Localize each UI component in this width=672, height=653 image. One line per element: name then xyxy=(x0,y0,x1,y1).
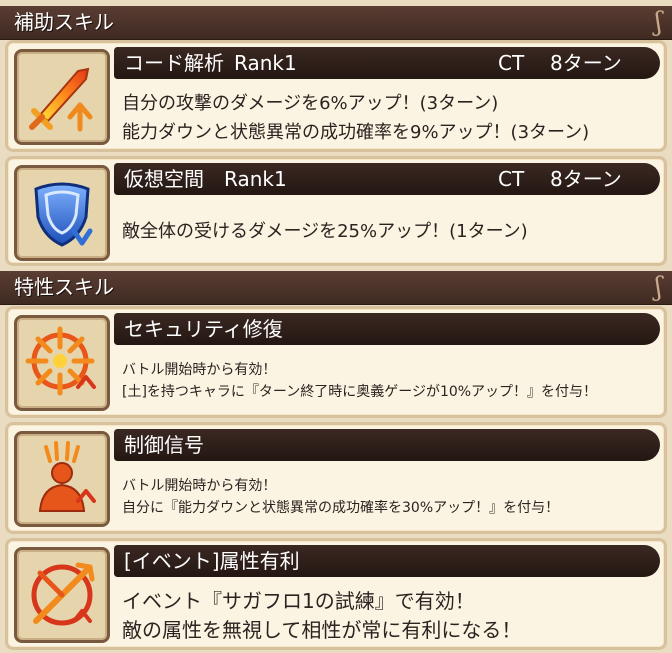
skill-icon-frame xyxy=(14,547,110,643)
trait-card-security-repair[interactable]: セキュリティ修復 バトル開始時から有効！ [土]を持つキャラに『ターン終了時に奥… xyxy=(5,306,667,418)
skill-rank: Rank1 xyxy=(234,51,297,75)
skill-name: 仮想空間 xyxy=(124,167,204,191)
skill-icon-frame xyxy=(14,431,110,527)
trait-description: バトル開始時から有効！ [土]を持つキャラに『ターン終了時に奥義ゲージが10%ア… xyxy=(122,359,658,403)
skill-card-virtual-space[interactable]: 仮想空間 Rank1 CT 8ターン 敵全体の受けるダメージを25%アップ！(1… xyxy=(5,156,667,266)
trait-card-control-signal[interactable]: 制御信号 バトル開始時から有効！ 自分に『能力ダウンと状態異常の成功確率を30%… xyxy=(5,422,667,534)
skill-name-bar: 仮想空間 Rank1 CT 8ターン xyxy=(114,163,660,195)
skill-ct-value: 8ターン xyxy=(550,167,622,191)
description-line: 敵の属性を無視して相性が常に有利になる！ xyxy=(122,618,522,642)
skill-description: 自分の攻撃のダメージを6%アップ！(3ターン) 能力ダウンと状態異常の成功確率を… xyxy=(122,89,658,147)
description-line: バトル開始時から有効！ xyxy=(122,362,277,378)
description-line: 自分の攻撃のダメージを6%アップ！(3ターン) xyxy=(122,93,499,114)
skill-name-bar: コード解析 Rank1 CT 8ターン xyxy=(114,47,660,79)
burst-sigil-icon xyxy=(25,326,96,396)
trait-name-bar: 制御信号 xyxy=(114,429,660,461)
skill-rank: Rank1 xyxy=(224,167,287,191)
support-skills-header: 補助スキル ʃ xyxy=(0,6,672,40)
skill-icon-frame xyxy=(14,315,110,411)
flaming-sword-icon xyxy=(29,67,93,132)
trait-name: 制御信号 xyxy=(124,433,204,457)
header-ornament-icon: ʃ xyxy=(654,7,662,37)
description-line: [土]を持つキャラに『ターン終了時に奥義ゲージが10%アップ！』を付与！ xyxy=(122,384,598,400)
crossed-element-icon xyxy=(31,562,95,626)
aura-figure-icon xyxy=(38,441,96,512)
skill-icon-frame xyxy=(14,165,110,261)
description-line: 敵全体の受けるダメージを25%アップ！(1ターン) xyxy=(122,221,528,242)
trait-name: [イベント]属性有利 xyxy=(124,549,300,573)
trait-description: バトル開始時から有効！ 自分に『能力ダウンと状態異常の成功確率を30%アップ！』… xyxy=(122,475,658,519)
trait-skills-header: 特性スキル ʃ xyxy=(0,271,672,305)
header-ornament-icon: ʃ xyxy=(654,272,662,302)
skill-name: コード解析 xyxy=(124,51,224,75)
section-title: 特性スキル xyxy=(14,275,114,299)
trait-name-bar: [イベント]属性有利 xyxy=(114,545,660,577)
trait-name: セキュリティ修復 xyxy=(124,317,283,341)
description-line: バトル開始時から有効！ xyxy=(122,478,277,494)
skill-description: 敵全体の受けるダメージを25%アップ！(1ターン) xyxy=(122,217,658,246)
trait-name-bar: セキュリティ修復 xyxy=(114,313,660,345)
description-line: イベント『サガフロ1の試練』で有効！ xyxy=(122,589,475,613)
skill-ct-value: 8ターン xyxy=(550,51,622,75)
shield-icon xyxy=(34,182,93,247)
description-line: 能力ダウンと状態異常の成功確率を9%アップ！(3ターン) xyxy=(122,122,590,143)
trait-description: イベント『サガフロ1の試練』で有効！ 敵の属性を無視して相性が常に有利になる！ xyxy=(122,587,658,645)
section-title: 補助スキル xyxy=(14,10,114,34)
skill-icon-frame xyxy=(14,49,110,145)
skill-card-code-analysis[interactable]: コード解析 Rank1 CT 8ターン 自分の攻撃のダメージを6%アップ！(3タ… xyxy=(5,40,667,152)
skill-ct-label: CT xyxy=(498,51,525,75)
description-line: 自分に『能力ダウンと状態異常の成功確率を30%アップ！』を付与！ xyxy=(122,500,560,516)
skill-ct-label: CT xyxy=(498,167,525,191)
trait-card-event-advantage[interactable]: [イベント]属性有利 イベント『サガフロ1の試練』で有効！ 敵の属性を無視して相… xyxy=(5,538,667,650)
